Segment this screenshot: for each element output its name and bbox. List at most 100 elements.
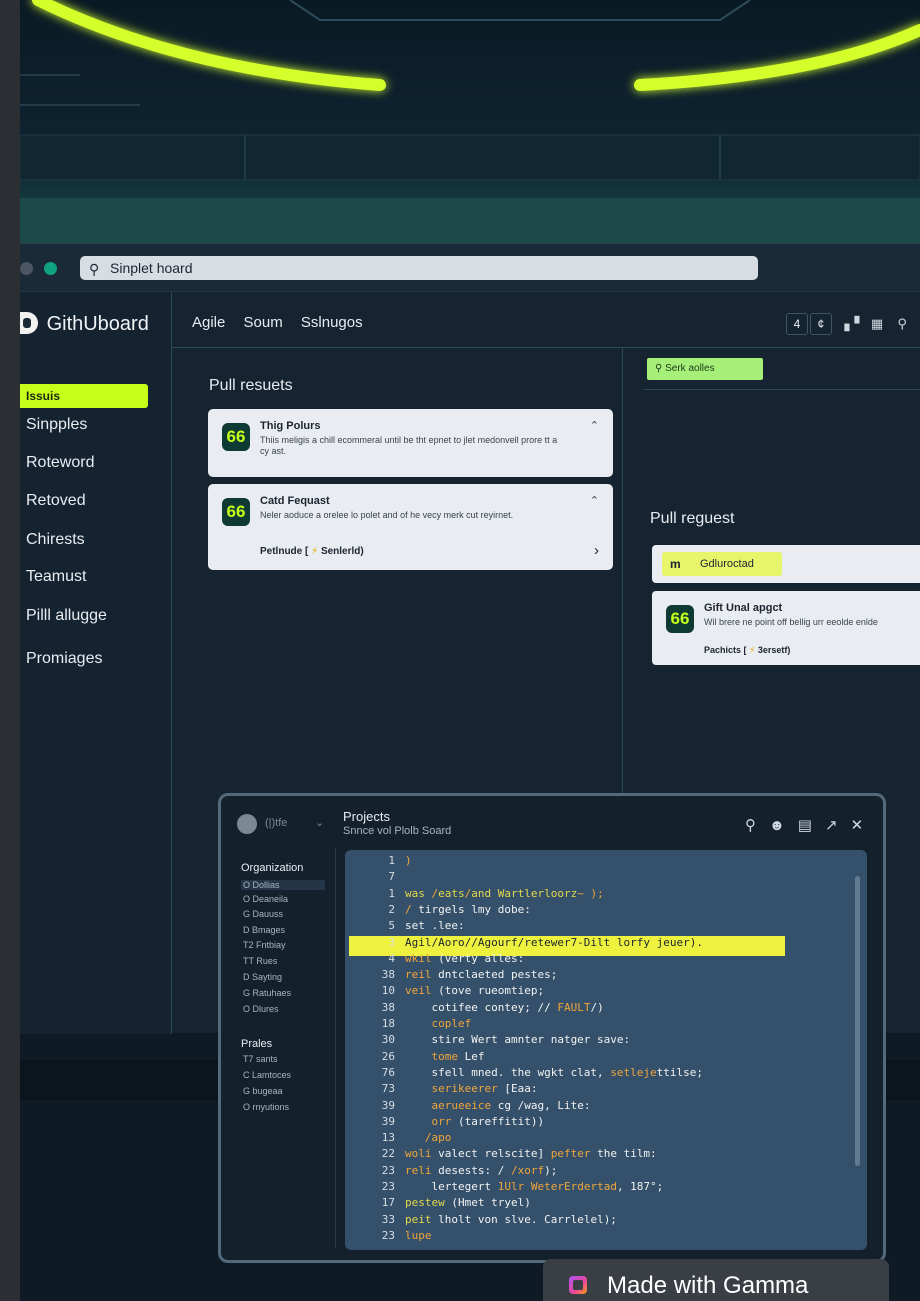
sidebar-item-chirests[interactable]: Chirests <box>26 531 85 549</box>
code-line: cotifee contey; // FAULT/) <box>405 1001 603 1014</box>
sidebar-item-teamust[interactable]: Teamust <box>26 568 86 586</box>
workspace-label[interactable]: (|)tfe <box>265 817 287 829</box>
user-icon[interactable]: ☻ <box>769 817 785 834</box>
highlighted-tag-row[interactable]: m Gdluroctad <box>652 545 920 583</box>
line-number: 1 <box>388 886 395 900</box>
chevron-down-icon[interactable]: ⌄ <box>315 816 324 829</box>
code-token: veil <box>405 984 439 998</box>
sidebar-group-organization: Organization <box>241 862 304 874</box>
sidebar-item-issues[interactable]: Issuis <box>20 384 148 408</box>
code-area[interactable]: 1) 7 1 was /eats/and Wartlerloorz~ ); 2 / tir… <box>345 850 867 1250</box>
sidebar-tree-item[interactable]: TT Rues <box>243 956 277 966</box>
search-text: Sinplet hoard <box>110 260 193 276</box>
sidebar-tree-item[interactable]: O Dollias <box>241 880 325 890</box>
code-token: set .lee: <box>405 919 465 933</box>
sidebar-tree-item[interactable]: O Deaneila <box>243 894 288 904</box>
code-scrollbar[interactable] <box>855 876 860 1166</box>
filter-divider <box>644 389 920 390</box>
card-meta-prefix: Pachicts [ <box>704 645 747 655</box>
close-icon[interactable]: ✕ <box>851 817 864 834</box>
sidebar-tree-item[interactable]: D Bmages <box>243 925 285 935</box>
code-token: lholt von slve. Carrlelel); <box>438 1212 617 1226</box>
line-number: 30 <box>381 1033 395 1047</box>
code-token: (verty alles: <box>438 951 525 965</box>
counter-box-a[interactable]: 4 <box>786 313 808 335</box>
chevron-right-icon[interactable]: › <box>594 542 599 559</box>
code-line: reli desests: / /xorf); <box>405 1164 557 1177</box>
code-line: peit lholt von slve. Carrlelel); <box>405 1213 617 1226</box>
external-link-icon[interactable]: ↗ <box>825 817 838 834</box>
topnav-settings[interactable]: Sslnugos <box>301 314 363 331</box>
code-token: stire Wert amnter natger save: <box>405 1033 631 1047</box>
search-filter-button[interactable]: ⚲ Serk aolles <box>647 358 763 380</box>
code-token: / <box>405 902 419 916</box>
signal-bars-icon[interactable]: ▖▘ <box>844 316 864 332</box>
line-number: 39 <box>381 1098 395 1112</box>
tag-pill[interactable]: m Gdluroctad <box>662 552 782 576</box>
line-number: 39 <box>381 1114 395 1128</box>
pull-request-card-2[interactable]: 66 Catd Fequast Neler aoduce a orelee lo… <box>208 484 613 570</box>
address-search-bar[interactable]: ⚲ Sinplet hoard <box>80 256 758 280</box>
code-token: Agil/Aoro//Agourf/retewer7-Dilt lorfy je… <box>405 935 704 949</box>
line-number: 18 <box>381 1017 395 1030</box>
search-icon: ⚲ <box>655 363 663 374</box>
sidebar-item-roteword[interactable]: Roteword <box>26 454 94 472</box>
document-icon[interactable]: ▤ <box>798 817 812 834</box>
image-icon[interactable]: ▦ <box>871 316 887 332</box>
sidebar-tree-item[interactable]: G bugeaa <box>243 1086 283 1096</box>
top-right-controls: 4 ¢ ▖▘ ▦ ⚲ <box>786 313 913 335</box>
chevron-up-icon[interactable]: ⌃ <box>590 419 599 432</box>
window-dot-gray[interactable] <box>20 262 33 275</box>
lightbulb-icon[interactable]: ⚲ <box>897 316 913 332</box>
topnav-scrum[interactable]: Soum <box>244 314 283 331</box>
sidebar-tree-item[interactable]: O rnyutions <box>243 1102 289 1112</box>
code-token: (tove rueomtiep; <box>438 984 545 998</box>
line-number: 4 <box>388 951 395 965</box>
sidebar-tree-item[interactable]: T7 sants <box>243 1054 278 1064</box>
sidebar-item-promiages[interactable]: Promiages <box>26 650 102 668</box>
app-logo[interactable]: GithUboard <box>20 312 149 336</box>
counter-box-b[interactable]: ¢ <box>810 313 832 335</box>
pull-request-card-1[interactable]: 66 Thig Polurs Thiis meligis a chill eco… <box>208 409 613 477</box>
bolt-icon: ⚡ <box>311 546 319 557</box>
sidebar-tree-item[interactable]: T2 Fntbiay <box>243 940 286 950</box>
sidebar-item-retoved[interactable]: Retoved <box>26 492 86 510</box>
code-token: [Eaa: <box>504 1082 538 1096</box>
card-meta: Petlnude [ ⚡ Senlerld) <box>260 546 364 557</box>
code-token: ); <box>544 1163 558 1177</box>
sidebar-tree-item[interactable]: C Lamtoces <box>243 1070 291 1080</box>
code-line: was /eats/and Wartlerloorz~ ); <box>405 887 604 900</box>
sidebar-tree-item[interactable]: G Ratuhaes <box>243 988 291 998</box>
logo-text: GithUboard <box>46 313 149 335</box>
code-line: / tirgels lmy dobe: <box>405 903 531 916</box>
line-number: 1 <box>388 854 395 867</box>
made-with-gamma-badge[interactable]: Made with Gamma <box>543 1259 889 1301</box>
code-line: coplef <box>405 1017 471 1030</box>
sidebar-tree-item[interactable]: D Sayting <box>243 972 282 982</box>
topbar-divider <box>172 347 920 348</box>
sidebar-tree-item[interactable]: O Dlures <box>243 1004 279 1014</box>
card-body: Wil brere ne point off bellig urr eeolde… <box>704 617 878 627</box>
search-icon[interactable]: ⚲ <box>745 817 756 834</box>
card-body: Thiis meligis a chill ecommeral until be… <box>260 435 558 456</box>
tag-marker: m <box>670 557 681 571</box>
window-dot-green[interactable] <box>44 262 57 275</box>
filter-label: Serk aolles <box>665 363 715 374</box>
code-token: 1Ulr <box>497 1180 531 1193</box>
card-title: Catd Fequast <box>260 495 330 507</box>
user-avatar-icon[interactable] <box>237 814 257 834</box>
topnav-agile[interactable]: Agile <box>192 314 225 331</box>
chevron-up-icon[interactable]: ⌃ <box>590 494 599 507</box>
code-token: reli <box>405 1163 439 1177</box>
code-token: reil <box>405 968 439 982</box>
code-line: Agil/Aoro//Agourf/retewer7-Dilt lorfy je… <box>405 936 703 949</box>
code-line: set .lee: <box>405 919 465 932</box>
sidebar-item-sinpples[interactable]: Sinpples <box>26 416 87 434</box>
pull-requests-heading: Pull resuets <box>209 377 293 394</box>
pull-request-card-3[interactable]: 66 Gift Unal apgct Wil brere ne point of… <box>652 591 920 665</box>
code-token: woli <box>405 1147 439 1161</box>
sidebar-tree-item[interactable]: G Dauuss <box>243 909 283 919</box>
code-token: Wartlerloorz <box>497 886 578 900</box>
sidebar-item-pillallugge[interactable]: Pilll allugge <box>26 607 107 625</box>
